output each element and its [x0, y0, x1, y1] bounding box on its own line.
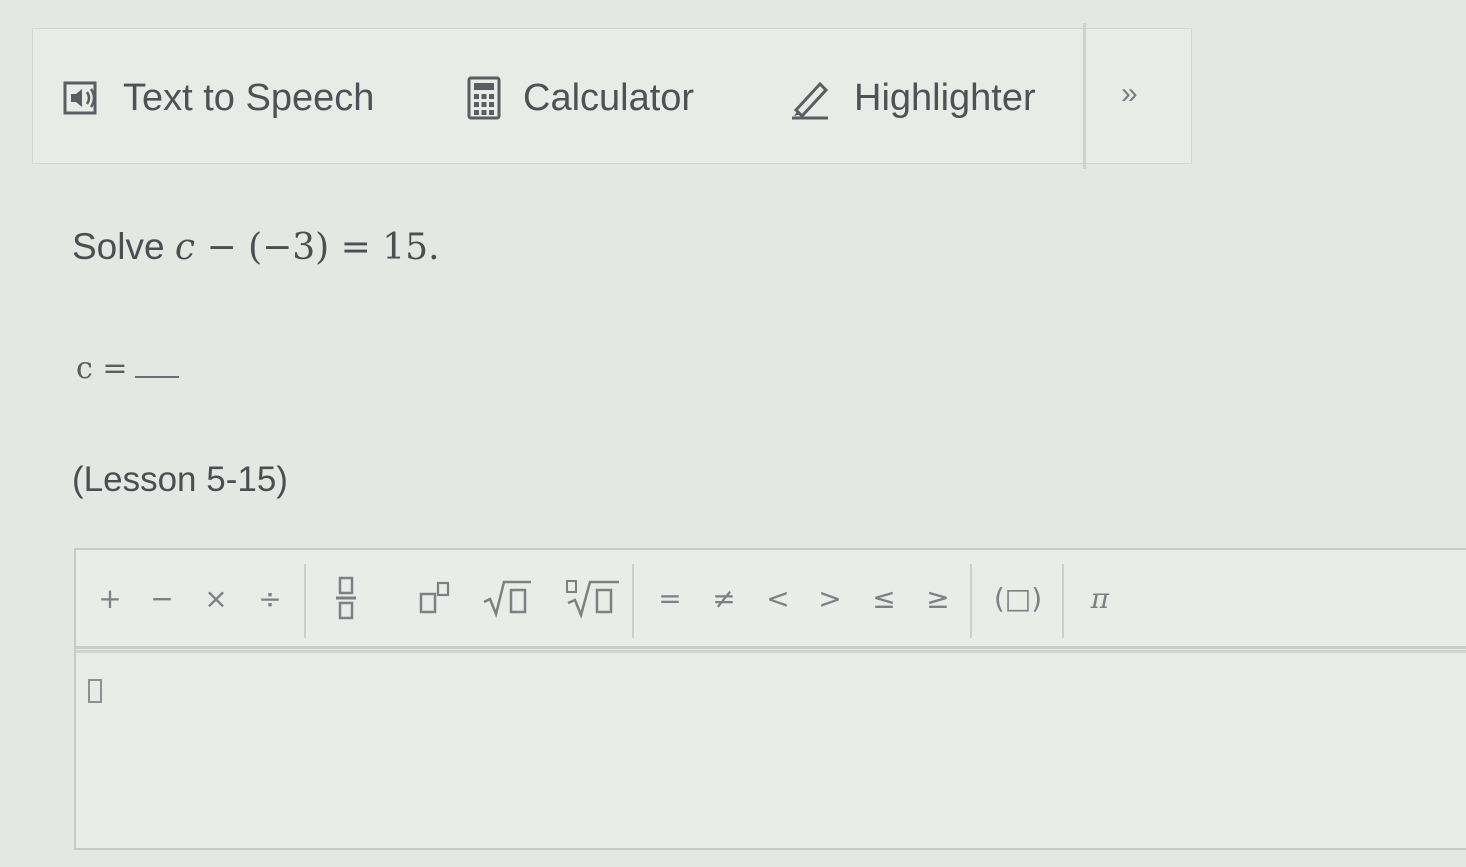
highlighter-icon	[788, 76, 832, 120]
more-tools-button[interactable]: »	[1121, 77, 1138, 111]
calculator-label: Calculator	[523, 76, 695, 119]
equation-variable: c	[174, 227, 196, 268]
palette-divider	[304, 564, 306, 638]
accessibility-toolbar: Text to Speech Calculator Highlighter »	[32, 23, 1192, 169]
answer-line: c =	[76, 350, 180, 386]
palette-divider	[632, 564, 634, 638]
minus-button[interactable]: −	[142, 572, 182, 624]
answer-blank[interactable]	[135, 350, 180, 378]
answer-input-area[interactable]	[76, 650, 1466, 848]
calculator-icon	[467, 76, 501, 120]
greater-equal-button[interactable]: ≥	[918, 572, 958, 624]
greater-than-button[interactable]: >	[810, 572, 850, 624]
toolbar-divider	[1083, 23, 1086, 169]
less-than-button[interactable]: <	[758, 572, 798, 624]
speaker-icon	[63, 79, 101, 117]
square-root-icon	[483, 580, 531, 618]
plus-button[interactable]: +	[90, 572, 130, 624]
input-placeholder-box	[88, 679, 102, 703]
question-text: Solve c − (−3) = 15.	[72, 226, 440, 268]
times-button[interactable]: ×	[196, 572, 236, 624]
divide-button[interactable]: ÷	[250, 572, 290, 624]
nth-root-button[interactable]	[564, 572, 622, 624]
equals-button[interactable]: =	[650, 572, 690, 624]
exponent-icon	[419, 581, 450, 614]
fraction-button[interactable]	[326, 572, 366, 624]
equation: c − (−3) = 15.	[175, 227, 440, 268]
square-root-button[interactable]	[480, 572, 534, 624]
exponent-button[interactable]	[412, 572, 458, 624]
not-equal-button[interactable]: ≠	[704, 572, 744, 624]
fraction-icon	[336, 576, 356, 620]
text-to-speech-button[interactable]: Text to Speech	[63, 73, 374, 123]
less-equal-button[interactable]: ≤	[864, 572, 904, 624]
palette-divider	[970, 564, 972, 638]
math-editor: + − × ÷ = ≠ < > ≤ ≥ (□) π	[74, 548, 1466, 850]
highlighter-label: Highlighter	[854, 76, 1036, 119]
parentheses-button[interactable]: (□)	[990, 572, 1046, 624]
lesson-reference: (Lesson 5-15)	[72, 460, 288, 499]
math-symbol-palette: + − × ÷ = ≠ < > ≤ ≥ (□) π	[76, 550, 1466, 649]
question-prefix: Solve	[72, 226, 165, 267]
nth-root-icon	[566, 580, 619, 619]
answer-prefix: c =	[76, 351, 128, 386]
calculator-button[interactable]: Calculator	[467, 73, 694, 123]
text-to-speech-label: Text to Speech	[123, 76, 375, 119]
palette-divider	[1062, 564, 1064, 638]
highlighter-button[interactable]: Highlighter	[788, 73, 1036, 123]
pi-button[interactable]: π	[1080, 572, 1120, 624]
equation-rest: − (−3) = 15.	[195, 227, 440, 268]
